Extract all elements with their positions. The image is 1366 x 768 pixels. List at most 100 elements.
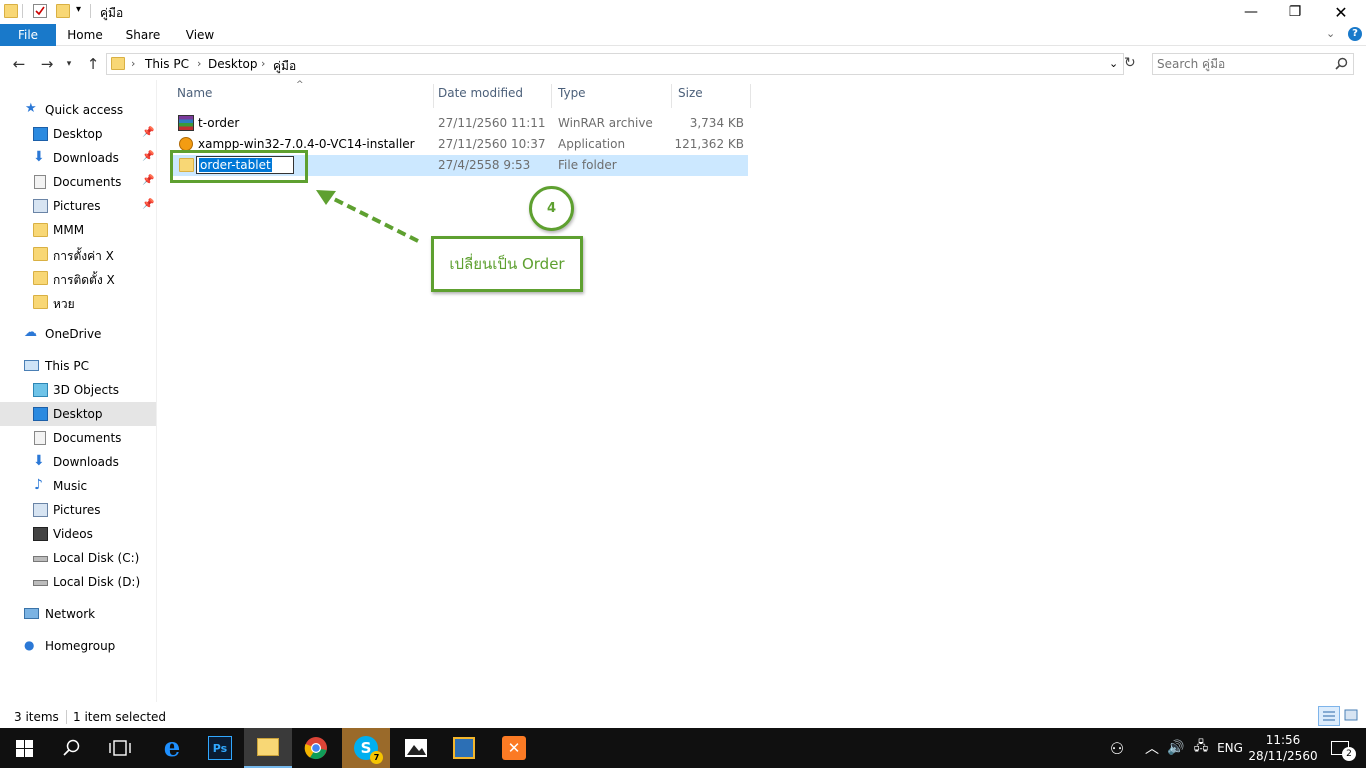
nav-item-settings-x[interactable]: การตั้งค่า X — [0, 242, 156, 266]
taskbar-chrome[interactable] — [292, 728, 340, 768]
nav-item-install-x[interactable]: การติดตั้ง X — [0, 266, 156, 290]
column-header-name[interactable]: Name — [177, 86, 212, 104]
column-header-type[interactable]: Type — [558, 86, 586, 104]
download-icon: ⬇ — [33, 453, 45, 469]
back-button[interactable]: ← — [8, 54, 30, 74]
file-size: 3,734 KB — [689, 116, 744, 130]
search-button[interactable] — [48, 728, 96, 768]
refresh-icon[interactable]: ↻ — [1124, 55, 1136, 71]
breadcrumb-separator[interactable]: › — [131, 57, 135, 70]
people-icon[interactable]: ⚇ — [1104, 728, 1130, 768]
nav-item-local-disk-d[interactable]: Local Disk (D:) — [0, 570, 156, 594]
start-button[interactable] — [0, 728, 48, 768]
taskbar-file-explorer[interactable] — [244, 728, 292, 768]
close-button[interactable]: ✕ — [1318, 0, 1364, 24]
file-type: File folder — [558, 158, 617, 172]
search-input[interactable] — [1157, 56, 1327, 72]
taskbar-virtualbox[interactable] — [440, 728, 488, 768]
task-view-button[interactable] — [96, 728, 144, 768]
breadcrumb-separator[interactable]: › — [261, 57, 265, 70]
properties-icon[interactable] — [33, 4, 47, 18]
folder-icon — [4, 4, 18, 18]
file-type: Application — [558, 137, 626, 151]
picture-icon — [33, 503, 48, 517]
taskbar-photoshop[interactable]: Ps — [196, 728, 244, 768]
tab-share[interactable]: Share — [120, 24, 166, 46]
network-tray-icon[interactable]: 🖧 — [1190, 728, 1212, 768]
nav-this-pc[interactable]: This PC — [0, 354, 156, 378]
nav-item-videos[interactable]: Videos — [0, 522, 156, 546]
download-icon: ⬇ — [33, 149, 45, 165]
nav-item-local-disk-c[interactable]: Local Disk (C:) — [0, 546, 156, 570]
nav-item-3d-objects[interactable]: 3D Objects — [0, 378, 156, 402]
breadcrumb-desktop[interactable]: Desktop — [208, 57, 258, 71]
large-icons-view-icon[interactable] — [1342, 706, 1362, 726]
chrome-icon — [304, 737, 327, 760]
customize-quick-access-icon[interactable]: ▾ — [76, 4, 81, 15]
nav-item-pc-documents[interactable]: Documents — [0, 426, 156, 450]
taskbar-xampp[interactable]: ✕ — [490, 728, 538, 768]
breadcrumb-current[interactable]: คู่มือ — [273, 57, 296, 76]
chevron-down-icon[interactable]: ⌄ — [1326, 27, 1335, 40]
nav-item-documents[interactable]: Documents 📌 — [0, 170, 156, 194]
address-bar[interactable]: › This PC › Desktop › คู่มือ ⌄ — [106, 53, 1124, 75]
file-size: 121,362 KB — [674, 137, 744, 151]
details-view-icon[interactable] — [1318, 706, 1340, 726]
new-folder-icon[interactable] — [56, 4, 70, 18]
annotation-highlight-box — [170, 150, 308, 183]
nav-item-pictures[interactable]: Pictures 📌 — [0, 194, 156, 218]
volume-icon[interactable]: 🔊 — [1164, 728, 1188, 768]
divider — [22, 4, 23, 18]
nav-quick-access[interactable]: ★ Quick access — [0, 98, 156, 122]
nav-item-downloads[interactable]: ⬇ Downloads 📌 — [0, 146, 156, 170]
annotation-step-badge: 4 — [529, 186, 574, 231]
search-box[interactable] — [1152, 53, 1354, 75]
cloud-icon: ☁ — [24, 325, 37, 340]
column-header-size[interactable]: Size — [678, 86, 703, 104]
column-divider[interactable] — [671, 84, 672, 108]
column-divider[interactable] — [551, 84, 552, 108]
nav-item-pc-downloads[interactable]: ⬇ Downloads — [0, 450, 156, 474]
nav-item-pc-pictures[interactable]: Pictures — [0, 498, 156, 522]
breadcrumb-this-pc[interactable]: This PC — [145, 57, 189, 71]
file-row[interactable]: t-order 27/11/2560 11:11 WinRAR archive … — [172, 113, 748, 134]
nav-item-mmm[interactable]: MMM — [0, 218, 156, 242]
nav-onedrive[interactable]: ☁ OneDrive — [0, 322, 156, 346]
tab-view[interactable]: View — [178, 24, 222, 46]
pin-icon: 📌 — [142, 175, 155, 186]
address-dropdown-icon[interactable]: ⌄ — [1109, 57, 1118, 70]
photos-icon — [405, 739, 427, 757]
taskbar-photos[interactable] — [392, 728, 440, 768]
column-divider[interactable] — [433, 84, 434, 108]
column-divider[interactable] — [750, 84, 751, 108]
nav-item-desktop[interactable]: Desktop 📌 — [0, 122, 156, 146]
recent-locations-button[interactable]: ▾ — [62, 54, 76, 74]
show-hidden-icons-chevron[interactable]: ︿ — [1142, 728, 1162, 768]
action-center-icon: 2 — [1331, 741, 1356, 761]
address-row: ← → ▾ ↑ › This PC › Desktop › คู่มือ ⌄ ↻ — [0, 50, 1366, 78]
taskbar-skype[interactable]: S 7 — [342, 728, 390, 768]
tab-file[interactable]: File — [0, 24, 56, 46]
clock[interactable]: 11:56 28/11/2560 — [1248, 728, 1317, 768]
virtualbox-icon — [453, 737, 475, 759]
file-date: 27/11/2560 10:37 — [438, 137, 546, 151]
up-button[interactable]: ↑ — [82, 54, 104, 74]
minimize-button[interactable]: — — [1228, 0, 1274, 24]
nav-item-music[interactable]: ♪ Music — [0, 474, 156, 498]
action-center-button[interactable]: 2 — [1322, 728, 1358, 768]
help-icon[interactable]: ? — [1348, 27, 1362, 41]
nav-homegroup[interactable]: ● Homegroup — [0, 634, 156, 658]
nav-item-pc-desktop[interactable]: Desktop — [0, 402, 156, 426]
nav-network[interactable]: Network — [0, 602, 156, 626]
tab-home[interactable]: Home — [62, 24, 108, 46]
breadcrumb-separator[interactable]: › — [197, 57, 201, 70]
nav-item-lottery[interactable]: หวย — [0, 290, 156, 314]
maximize-button[interactable]: ❐ — [1272, 0, 1318, 24]
search-icon[interactable] — [1335, 57, 1348, 70]
column-header-date[interactable]: Date modified — [438, 86, 523, 104]
document-icon — [34, 431, 46, 445]
folder-icon — [33, 295, 48, 309]
forward-button[interactable]: → — [36, 54, 58, 74]
language-indicator[interactable]: ENG — [1214, 728, 1246, 768]
taskbar-edge[interactable]: e — [148, 728, 196, 768]
